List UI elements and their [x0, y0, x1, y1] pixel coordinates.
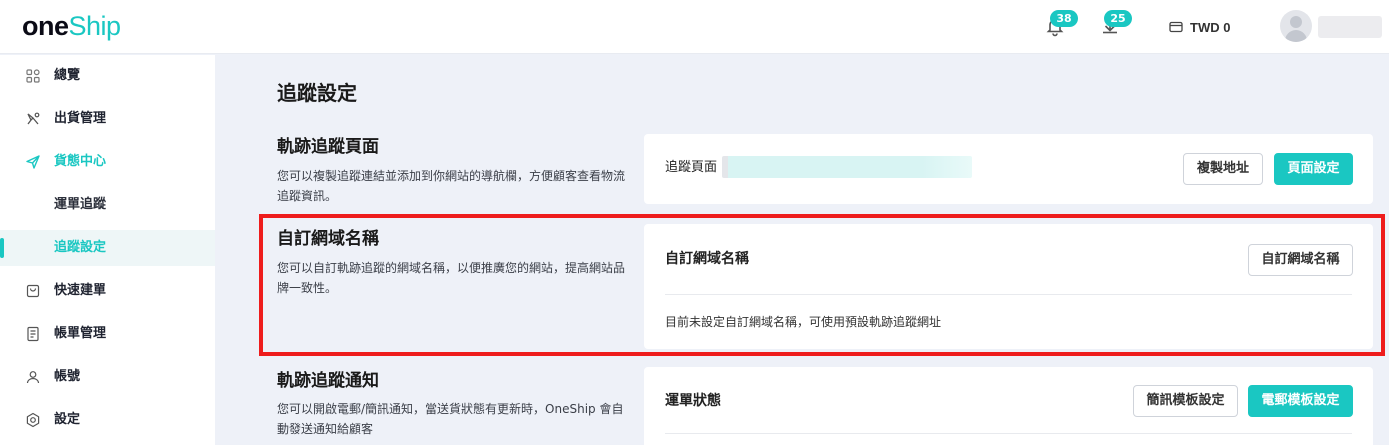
sidebar-item-quick-order[interactable]: 快速建單: [0, 273, 215, 309]
gear-icon: [26, 412, 40, 428]
tracking-page-label: 追蹤頁面: [665, 160, 718, 175]
sidebar-item-waybill-tracking[interactable]: 運單追蹤: [0, 187, 215, 223]
avatar[interactable]: [1280, 10, 1312, 42]
user-icon: [26, 371, 40, 384]
sidebar-item-label: 總覽: [54, 68, 81, 83]
section-title-tracking-page: 軌跡追蹤頁面: [277, 137, 379, 157]
highlight-frame: [259, 214, 1385, 356]
sidebar-item-label: 帳單管理: [54, 326, 107, 341]
oneship-logo[interactable]: oneShip: [22, 11, 121, 41]
user-name-redacted[interactable]: [1318, 16, 1382, 38]
section-desc-tracking-page: 您可以複製追蹤連結並添加到你網站的導航欄，方便顧客查看物流追蹤資訊。: [277, 169, 626, 203]
section-desc-tracking-notice: 您可以開啟電郵/簡訊通知，當送貨狀態有更新時，OneShip 會自動發送通知給顧…: [277, 402, 624, 436]
sidebar-item-settings[interactable]: 設定: [0, 402, 215, 438]
bill-icon: [27, 326, 39, 342]
sidebar-item-tracking-settings[interactable]: 追蹤設定: [0, 230, 215, 266]
balance-text: TWD 0: [1190, 19, 1231, 35]
top-bar: oneShip 38 25 TWD 0: [0, 0, 1389, 54]
bag-icon: [26, 284, 40, 298]
send-icon: [26, 155, 40, 169]
section-title-tracking-notice: 軌跡追蹤通知: [277, 371, 379, 391]
sidebar-item-billing[interactable]: 帳單管理: [0, 316, 215, 352]
page-title: 追蹤設定: [277, 81, 357, 105]
sidebar-item-label: 貨態中心: [54, 154, 107, 169]
download-badge: 25: [1104, 10, 1132, 27]
tracking-notice-card: 運單狀態 簡訊模板設定 電郵模板設定: [644, 367, 1373, 445]
sidebar-item-label: 追蹤設定: [54, 240, 107, 255]
shipping-icon: [27, 112, 40, 125]
sidebar-item-label: 快速建單: [54, 283, 107, 298]
sidebar-item-label: 帳號: [54, 369, 81, 384]
wallet-icon: [1169, 21, 1183, 33]
tracking-url-redacted: [722, 156, 972, 178]
sidebar-item-label: 運單追蹤: [54, 197, 107, 212]
email-template-button[interactable]: 電郵模板設定: [1248, 385, 1353, 417]
sidebar-item-label: 設定: [54, 412, 81, 427]
page-settings-button[interactable]: 頁面設定: [1274, 153, 1353, 185]
waybill-status-label: 運單狀態: [665, 393, 721, 409]
sidebar-item-label: 出貨管理: [54, 111, 107, 126]
copy-address-button[interactable]: 複製地址: [1183, 153, 1263, 185]
tracking-page-card: 追蹤頁面 複製地址 頁面設定: [644, 134, 1373, 204]
notification-badge: 38: [1050, 10, 1078, 27]
sidebar-item-overview[interactable]: 總覽: [0, 58, 215, 94]
sidebar-item-account[interactable]: 帳號: [0, 359, 215, 395]
card-divider: [665, 433, 1352, 434]
wallet-balance[interactable]: TWD 0: [1169, 18, 1230, 36]
grid-icon: [26, 69, 40, 83]
active-indicator: [0, 238, 4, 258]
sidebar-item-shipping[interactable]: 出貨管理: [0, 101, 215, 137]
sidebar-item-tracking-center[interactable]: 貨態中心: [0, 144, 215, 180]
sms-template-button[interactable]: 簡訊模板設定: [1133, 385, 1238, 417]
sidebar: 總覽 出貨管理 貨態中心 運單追蹤 追蹤設定 快速建單 帳單管理 帳號 設定: [0, 55, 215, 445]
